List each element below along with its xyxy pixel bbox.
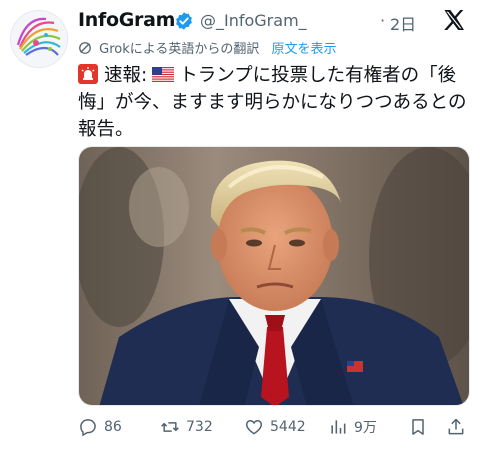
heart-icon [245, 419, 263, 435]
reply-count: 86 [104, 419, 122, 435]
repost-count: 732 [186, 419, 213, 435]
tweet-text: 速報: トランプに投票した有権者の「後悔」が今、ますます明らかになりつつあるとの… [78, 62, 470, 143]
timestamp[interactable]: 2日 [390, 11, 416, 35]
views-button[interactable]: 9万 [328, 414, 377, 440]
translation-label: Grokによる英語からの翻訳 [99, 42, 260, 57]
views-icon [331, 420, 346, 434]
separator-dot: · [380, 11, 386, 30]
verified-badge-icon [176, 12, 192, 30]
tweet-photo[interactable] [78, 146, 470, 406]
like-count: 5442 [270, 419, 306, 435]
grok-icon [79, 42, 91, 54]
x-logo-icon[interactable] [442, 8, 466, 32]
reply-button[interactable]: 86 [78, 414, 122, 440]
infogram-logo-icon [11, 11, 67, 67]
share-button[interactable] [446, 414, 472, 440]
bookmark-button[interactable] [408, 414, 434, 440]
author-name[interactable]: InfoGram [78, 9, 175, 31]
portrait-photo [79, 147, 469, 405]
avatar[interactable] [10, 10, 68, 68]
us-flag-icon [152, 63, 175, 82]
siren-icon [78, 64, 98, 84]
repost-button[interactable]: 732 [160, 414, 213, 440]
repost-icon [161, 422, 179, 432]
show-original-link[interactable]: 原文を表示 [272, 42, 337, 57]
share-icon [448, 418, 464, 435]
views-count: 9万 [354, 420, 377, 436]
bookmark-icon [412, 419, 424, 435]
reply-icon [80, 419, 96, 437]
action-bar: 86 732 5442 9万 [78, 414, 470, 440]
translation-note: Grokによる英語からの翻訳 原文を表示 [78, 38, 337, 58]
text-prefix: 速報: [104, 65, 148, 86]
like-button[interactable]: 5442 [244, 414, 306, 440]
tweet-header: InfoGram @_InfoGram_ · 2日 [78, 8, 470, 34]
author-handle[interactable]: @_InfoGram_ [200, 11, 307, 30]
